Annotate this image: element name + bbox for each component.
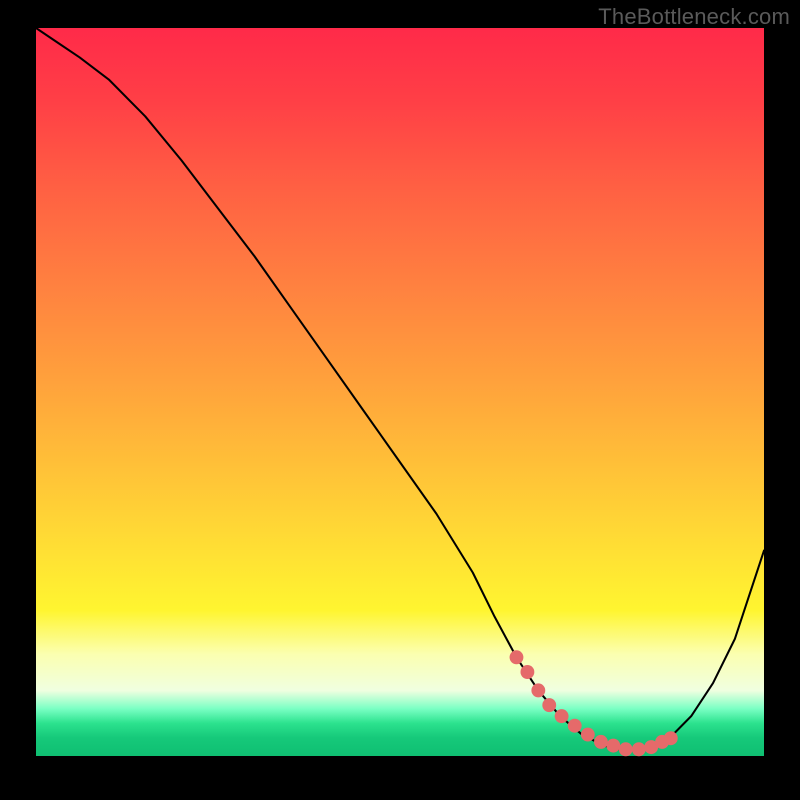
valley-dot — [606, 739, 620, 753]
valley-dot — [581, 728, 595, 742]
valley-dot — [531, 683, 545, 697]
valley-dot — [619, 742, 633, 756]
valley-dot — [594, 735, 608, 749]
valley-dot — [542, 698, 556, 712]
watermark-text: TheBottleneck.com — [598, 4, 790, 30]
valley-dot — [632, 742, 646, 756]
valley-dot — [510, 650, 524, 664]
plot-area — [36, 28, 764, 764]
valley-dot — [520, 665, 534, 679]
valley-dots — [36, 28, 764, 764]
valley-dot — [568, 719, 582, 733]
valley-dot — [555, 709, 569, 723]
valley-dot — [664, 731, 678, 745]
chart-frame: TheBottleneck.com — [0, 0, 800, 800]
